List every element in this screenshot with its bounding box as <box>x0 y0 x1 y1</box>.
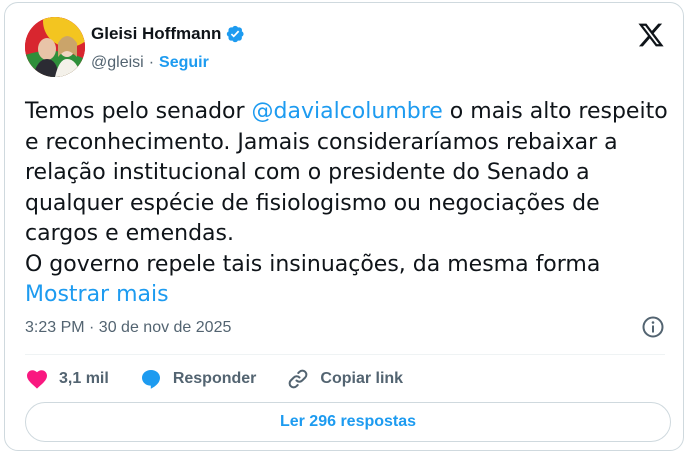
verified-badge-icon <box>225 24 245 44</box>
separator: · <box>148 54 155 71</box>
timestamp[interactable]: 3:23 PM · 30 de nov de 2025 <box>25 319 231 337</box>
x-logo-icon[interactable] <box>637 21 665 49</box>
handle-row: @gleisi · Seguir <box>91 54 209 72</box>
tweet-paragraph-1: Temos pelo senador @davialcolumbre o mai… <box>25 97 675 250</box>
handle[interactable]: @gleisi <box>91 54 144 72</box>
tweet-text-line2: O governo repele tais insinuações, da me… <box>25 251 601 277</box>
tweet-text: Temos pelo senador @davialcolumbre o mai… <box>25 97 675 311</box>
action-bar: 3,1 mil Responder Copiar link <box>25 367 433 391</box>
heart-icon <box>27 370 47 389</box>
tweet-card: Gleisi Hoffmann @gleisi · Seguir Temos p… <box>4 2 684 451</box>
reply-label: Responder <box>172 370 257 387</box>
avatar[interactable] <box>25 17 85 77</box>
show-more-link[interactable]: Mostrar mais <box>25 282 169 307</box>
reply-bubble-icon <box>141 370 160 389</box>
divider <box>25 354 665 355</box>
copy-link-button[interactable]: Copiar link <box>286 367 403 391</box>
reply-button[interactable]: Responder <box>139 367 257 391</box>
link-icon <box>289 369 308 389</box>
follow-button[interactable]: Seguir <box>159 54 209 72</box>
author-name-row: Gleisi Hoffmann <box>91 24 245 44</box>
tweet-paragraph-2: O governo repele tais insinuações, da me… <box>25 250 675 311</box>
copy-link-label: Copiar link <box>320 370 404 387</box>
display-name[interactable]: Gleisi Hoffmann <box>91 24 221 44</box>
info-icon[interactable] <box>641 315 665 339</box>
like-count: 3,1 mil <box>59 370 109 387</box>
like-button[interactable]: 3,1 mil <box>25 367 109 391</box>
read-replies-button[interactable]: Ler 296 respostas <box>25 402 671 442</box>
mention-link[interactable]: @davialcolumbre <box>252 99 443 124</box>
tweet-text-start: Temos pelo senador <box>25 99 252 124</box>
